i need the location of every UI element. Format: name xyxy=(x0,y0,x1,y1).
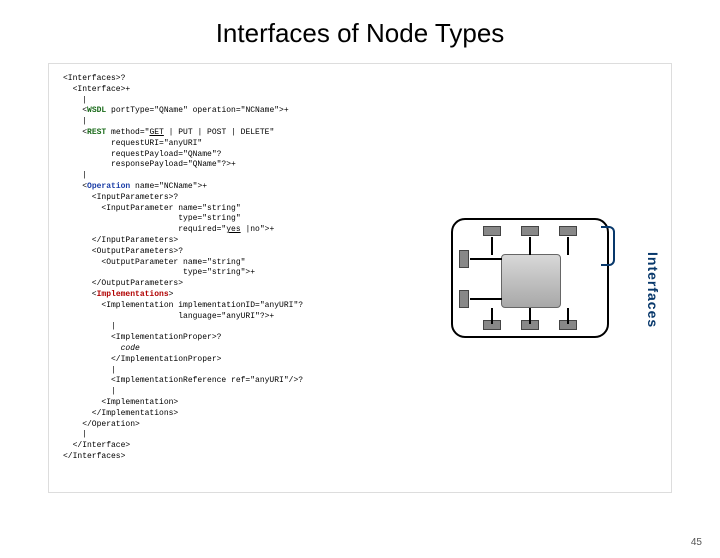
inner-node-icon xyxy=(501,254,561,308)
interfaces-label: Interfaces xyxy=(645,252,661,328)
line: | xyxy=(63,171,87,180)
bracket-icon xyxy=(601,226,615,266)
connector-line xyxy=(529,308,531,324)
yes-underline: yes xyxy=(226,225,240,234)
node-outer-box xyxy=(451,218,609,338)
line: </Interfaces> xyxy=(63,452,125,461)
port-icon xyxy=(459,250,469,268)
connector-line xyxy=(567,308,569,324)
line: | xyxy=(63,322,116,331)
port-icon xyxy=(521,226,539,236)
connector-line xyxy=(491,308,493,324)
line: method=" xyxy=(106,128,149,137)
line: < xyxy=(63,290,97,299)
connector-line xyxy=(470,258,502,260)
line: type="string">+ xyxy=(63,268,255,277)
line: <Interface>+ xyxy=(63,85,130,94)
line: responsePayload="QName"?>+ xyxy=(63,160,236,169)
connector-line xyxy=(567,237,569,255)
line: name="NCName">+ xyxy=(130,182,207,191)
line: </Operation> xyxy=(63,420,140,429)
implementations-keyword: Implementations xyxy=(97,290,169,299)
connector-line xyxy=(491,237,493,255)
port-icon xyxy=(459,290,469,308)
line: </InputParameters> xyxy=(63,236,178,245)
line: | xyxy=(63,366,116,375)
connector-line xyxy=(470,298,502,300)
line: type="string" xyxy=(63,214,241,223)
line: <InputParameters>? xyxy=(63,193,178,202)
line: | xyxy=(63,96,87,105)
line: | xyxy=(63,117,87,126)
port-icon xyxy=(559,226,577,236)
line: | xyxy=(63,430,87,439)
line: </OutputParameters> xyxy=(63,279,183,288)
connector-line xyxy=(529,237,531,255)
line: | xyxy=(63,387,116,396)
node-diagram: Interfaces xyxy=(423,204,643,354)
line: <ImplementationProper>? xyxy=(63,333,221,342)
line: </Interface> xyxy=(63,441,130,450)
line: < xyxy=(63,106,87,115)
line: <Implementation implementationID="anyURI… xyxy=(63,301,303,310)
line: < xyxy=(63,128,87,137)
line: language="anyURI"?>+ xyxy=(63,312,274,321)
line: required=" xyxy=(63,225,226,234)
line: < xyxy=(63,182,87,191)
operation-keyword: Operation xyxy=(87,182,130,191)
get-underline: GET xyxy=(149,128,163,137)
line: portType="QName" operation="NCName">+ xyxy=(106,106,288,115)
line: <OutputParameter name="string" xyxy=(63,258,245,267)
line: </Implementations> xyxy=(63,409,178,418)
page-number: 45 xyxy=(691,537,702,548)
port-icon xyxy=(483,226,501,236)
line: </ImplementationProper> xyxy=(63,355,221,364)
line: <Implementation> xyxy=(63,398,178,407)
line: <InputParameter name="string" xyxy=(63,204,241,213)
line: |no">+ xyxy=(241,225,275,234)
content-area: <Interfaces>? <Interface>+ | <WSDL portT… xyxy=(48,63,672,493)
line: <ImplementationReference ref="anyURI"/>? xyxy=(63,376,303,385)
wsdl-keyword: WSDL xyxy=(87,106,106,115)
rest-keyword: REST xyxy=(87,128,106,137)
line: requestURI="anyURI" xyxy=(63,139,202,148)
line: | PUT | POST | DELETE" xyxy=(164,128,274,137)
line: <Interfaces>? xyxy=(63,74,125,83)
line: requestPayload="QName"? xyxy=(63,150,221,159)
code-italic: code xyxy=(63,344,140,353)
line: > xyxy=(169,290,174,299)
line: <OutputParameters>? xyxy=(63,247,183,256)
slide-title: Interfaces of Node Types xyxy=(0,18,720,49)
